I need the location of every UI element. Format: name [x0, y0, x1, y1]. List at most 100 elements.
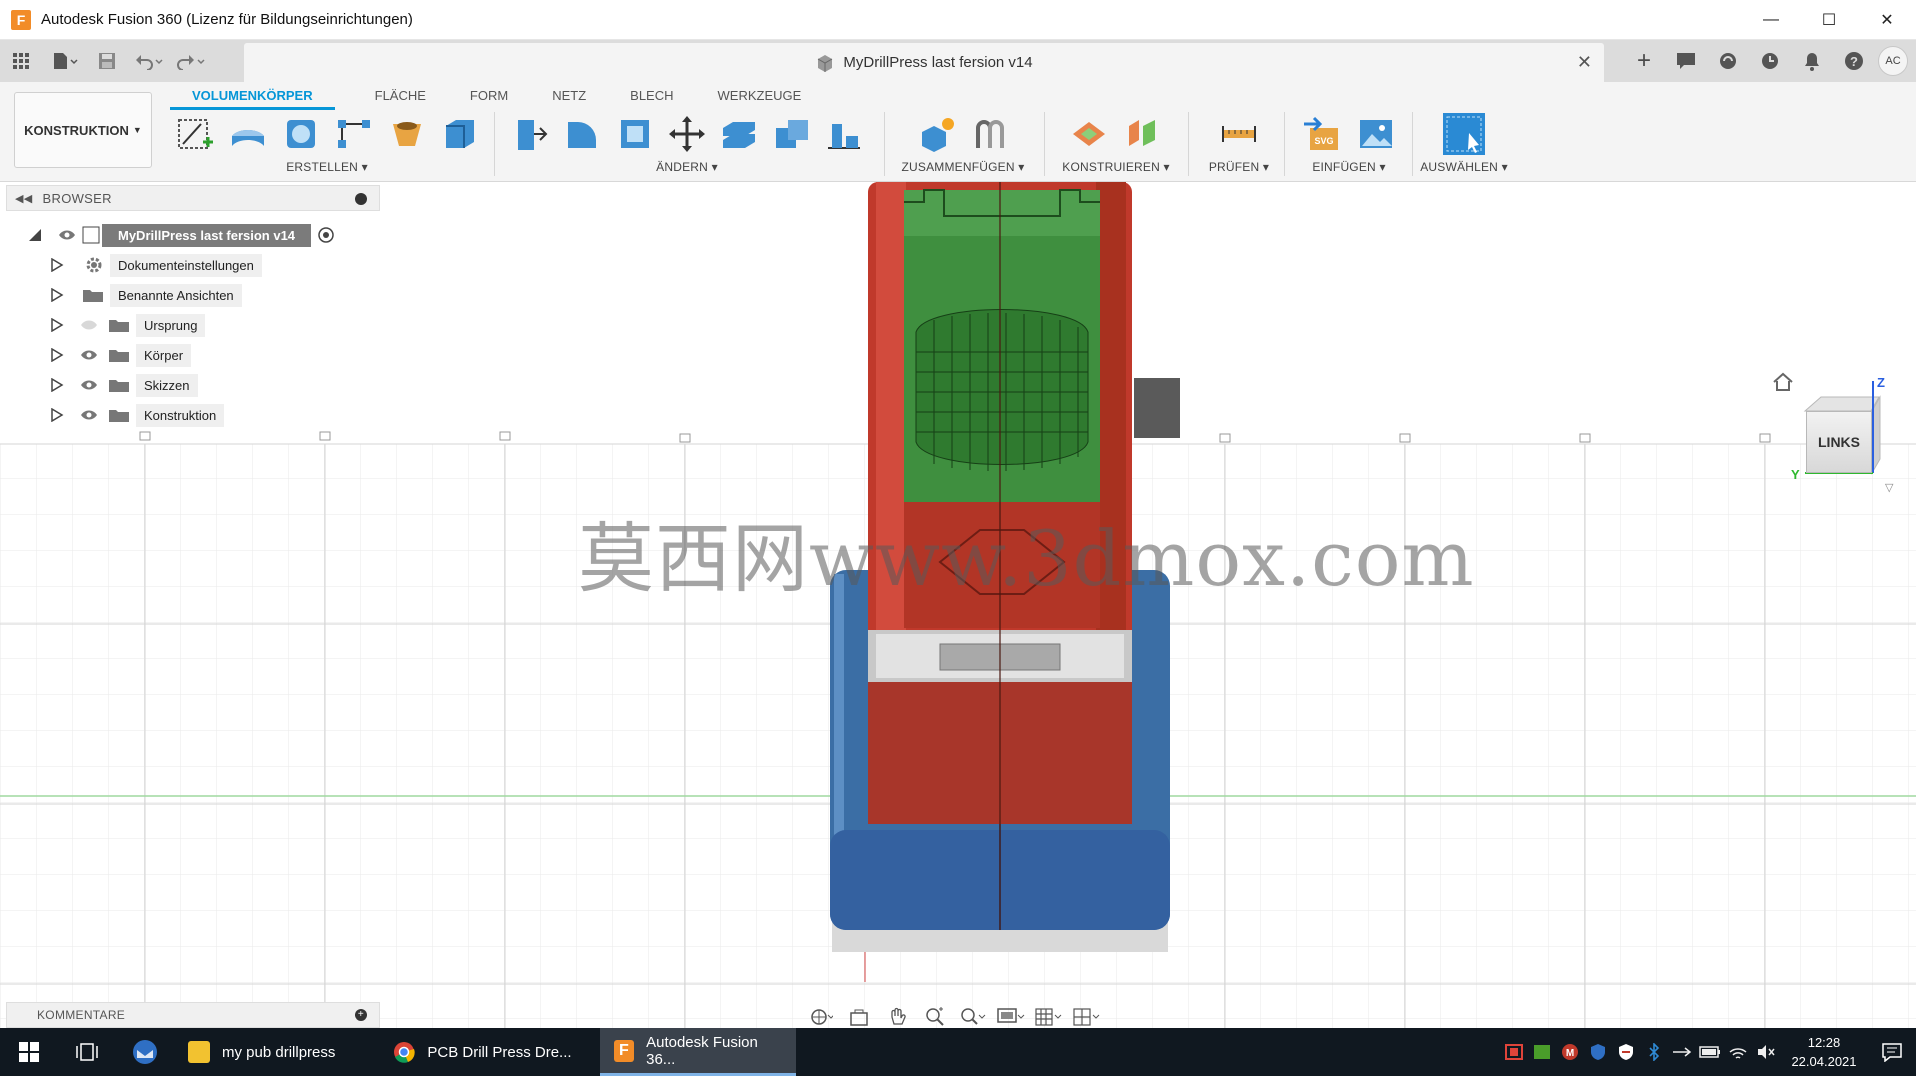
collapse-triangle-icon[interactable]	[28, 228, 42, 242]
shell-icon[interactable]	[613, 111, 657, 157]
user-avatar[interactable]: AC	[1878, 46, 1908, 76]
volume-muted-icon[interactable]	[1752, 1028, 1780, 1076]
auswaehlen-menu[interactable]: AUSWÄHLEN ▾	[1414, 160, 1514, 174]
erstellen-menu[interactable]: ERSTELLEN ▾	[168, 160, 486, 174]
revolve-icon[interactable]	[278, 111, 323, 157]
tray-security-icon[interactable]	[1612, 1028, 1640, 1076]
expand-triangle-icon[interactable]	[50, 288, 64, 302]
tray-shield-icon[interactable]	[1584, 1028, 1612, 1076]
save-icon[interactable]	[90, 46, 124, 76]
comments-panel[interactable]: KOMMENTARE +	[6, 1002, 380, 1028]
browser-item-dokumenteinstellungen[interactable]: Dokumenteinstellungen	[50, 252, 262, 278]
add-comment-icon[interactable]: +	[355, 1009, 367, 1021]
zoom-icon[interactable]	[920, 1004, 950, 1030]
undo-icon[interactable]	[132, 46, 166, 76]
minimize-button[interactable]: —	[1742, 0, 1800, 40]
pruefen-menu[interactable]: PRÜFEN ▾	[1194, 160, 1284, 174]
extrude-icon[interactable]	[225, 111, 270, 157]
maximize-button[interactable]: ☐	[1800, 0, 1858, 40]
insert-image-icon[interactable]	[1353, 111, 1399, 157]
align-icon[interactable]	[822, 111, 866, 157]
data-panel-grid-icon[interactable]	[4, 46, 38, 76]
browser-item-koerper[interactable]: Körper	[50, 342, 192, 368]
chevron-down-icon[interactable]: ▽	[1885, 481, 1893, 494]
bluetooth-icon[interactable]	[1640, 1028, 1668, 1076]
tray-app-red-icon[interactable]	[1500, 1028, 1528, 1076]
wifi-icon[interactable]	[1724, 1028, 1752, 1076]
expand-triangle-icon[interactable]	[50, 408, 64, 422]
browser-header[interactable]: ◀◀ BROWSER	[6, 185, 380, 211]
windows-start-icon[interactable]	[0, 1028, 58, 1076]
box-icon[interactable]	[437, 111, 482, 157]
redo-icon[interactable]	[174, 46, 208, 76]
new-tab-icon[interactable]: +	[1626, 44, 1662, 78]
select-icon[interactable]	[1441, 111, 1487, 157]
expand-triangle-icon[interactable]	[50, 348, 64, 362]
visibility-eye-icon[interactable]	[78, 377, 100, 393]
viewports-icon[interactable]	[1072, 1004, 1102, 1030]
hole-icon[interactable]	[384, 111, 429, 157]
konstruieren-menu[interactable]: KONSTRUIEREN ▾	[1054, 160, 1178, 174]
notification-bell-icon[interactable]	[1794, 44, 1830, 78]
usb-icon[interactable]	[1668, 1028, 1696, 1076]
offset-plane-icon[interactable]	[1066, 111, 1112, 157]
split-face-icon[interactable]	[717, 111, 761, 157]
document-tab[interactable]: MyDrillPress last fersion v14 ✕	[244, 43, 1604, 82]
visibility-eye-icon[interactable]	[78, 347, 100, 363]
pattern-icon[interactable]	[331, 111, 376, 157]
sync-icon[interactable]	[1710, 44, 1746, 78]
taskbar-app-chrome[interactable]: PCB Drill Press Dre...	[379, 1028, 585, 1076]
viewcube-face[interactable]: LINKS	[1806, 411, 1872, 473]
close-tab-icon[interactable]: ✕	[1577, 52, 1592, 73]
minimize-panel-icon[interactable]	[355, 193, 367, 205]
create-sketch-icon[interactable]	[172, 111, 217, 157]
combine-icon[interactable]	[769, 111, 813, 157]
comment-icon[interactable]	[1668, 44, 1704, 78]
job-status-icon[interactable]	[1752, 44, 1788, 78]
expand-triangle-icon[interactable]	[50, 258, 64, 272]
orbit-icon[interactable]	[806, 1004, 836, 1030]
battery-icon[interactable]	[1696, 1028, 1724, 1076]
tab-volumenkoerper[interactable]: VOLUMENKÖRPER	[170, 82, 335, 110]
browser-item-ursprung[interactable]: Ursprung	[50, 312, 206, 338]
task-view-icon[interactable]	[58, 1028, 116, 1076]
workspace-switcher-button[interactable]: KONSTRUKTION ▼	[14, 92, 152, 168]
insert-svg-icon[interactable]: SVG	[1299, 111, 1345, 157]
display-settings-icon[interactable]	[996, 1004, 1026, 1030]
taskbar-app-fusion[interactable]: F Autodesk Fusion 36...	[599, 1028, 796, 1076]
expand-triangle-icon[interactable]	[50, 318, 64, 332]
press-pull-icon[interactable]	[508, 111, 552, 157]
pan-hand-icon[interactable]	[882, 1004, 912, 1030]
root-component-label[interactable]: MyDrillPress last fersion v14	[102, 223, 312, 247]
visibility-eye-icon[interactable]	[56, 227, 78, 243]
move-icon[interactable]	[665, 111, 709, 157]
taskbar-clock[interactable]: 12:28 22.04.2021	[1780, 1033, 1868, 1071]
tab-netz[interactable]: NETZ	[530, 82, 608, 110]
zoom-window-icon[interactable]	[958, 1004, 988, 1030]
visibility-eye-icon[interactable]	[78, 407, 100, 423]
collapse-panel-icon[interactable]: ◀◀	[15, 192, 33, 205]
hidden-eye-icon[interactable]	[78, 317, 100, 333]
browser-item-benannte-ansichten[interactable]: Benannte Ansichten	[50, 282, 242, 308]
measure-icon[interactable]	[1216, 111, 1262, 157]
tab-form[interactable]: FORM	[448, 82, 530, 110]
close-window-button[interactable]: ✕	[1858, 0, 1916, 40]
expand-triangle-icon[interactable]	[50, 378, 64, 392]
tab-blech[interactable]: BLECH	[608, 82, 695, 110]
tray-gmail-icon[interactable]: M	[1556, 1028, 1584, 1076]
fillet-icon[interactable]	[560, 111, 604, 157]
tab-werkzeuge[interactable]: WERKZEUGE	[696, 82, 824, 110]
viewcube[interactable]: LINKS Z Y ▽	[1785, 367, 1895, 497]
activate-radio-icon[interactable]	[317, 226, 335, 244]
tray-nvidia-icon[interactable]	[1528, 1028, 1556, 1076]
joint-icon[interactable]	[967, 111, 1013, 157]
einfuegen-menu[interactable]: EINFÜGEN ▾	[1290, 160, 1408, 174]
browser-item-skizzen[interactable]: Skizzen	[50, 372, 198, 398]
new-component-icon[interactable]	[913, 111, 959, 157]
browser-item-konstruktion[interactable]: Konstruktion	[50, 402, 225, 428]
thunderbird-icon[interactable]	[116, 1028, 174, 1076]
file-menu-icon[interactable]	[48, 46, 82, 76]
grid-settings-icon[interactable]	[1034, 1004, 1064, 1030]
tab-flaeche[interactable]: FLÄCHE	[353, 82, 448, 110]
help-icon[interactable]: ?	[1836, 44, 1872, 78]
